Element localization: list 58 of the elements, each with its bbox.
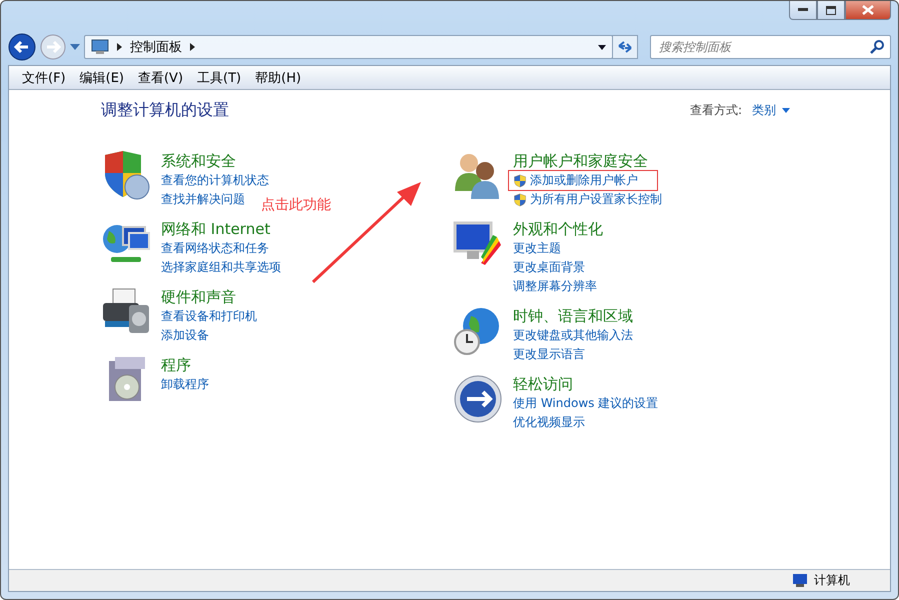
breadcrumb[interactable]: 控制面板 <box>130 38 182 56</box>
task-link[interactable]: 更改键盘或其他输入法 <box>513 326 633 345</box>
menu-item[interactable]: 编辑(E) <box>72 66 131 88</box>
view-by-dropdown[interactable]: 类别 <box>752 102 790 119</box>
category-link[interactable]: 时钟、语言和区域 <box>513 306 633 326</box>
task-link[interactable]: 查看您的计算机状态 <box>161 171 269 190</box>
address-bar[interactable]: 控制面板 <box>84 35 613 59</box>
category-link[interactable]: 用户帐户和家庭安全 <box>513 151 662 171</box>
computer-icon <box>792 574 808 588</box>
refresh-icon <box>617 40 633 54</box>
task-link[interactable]: 更改主题 <box>513 239 603 258</box>
search-box[interactable]: 搜索控制面板 <box>650 35 891 59</box>
task-link[interactable]: 查看设备和打印机 <box>161 307 257 326</box>
minimize-button[interactable] <box>789 1 817 20</box>
task-link[interactable]: 为所有用户设置家长控制 <box>513 190 662 209</box>
category-link[interactable]: 系统和安全 <box>161 151 269 171</box>
task-link[interactable]: 选择家庭组和共享选项 <box>161 258 281 277</box>
task-link[interactable]: 添加或删除用户帐户 <box>509 171 657 190</box>
task-link[interactable]: 添加设备 <box>161 326 257 345</box>
category-link[interactable]: 程序 <box>161 355 209 375</box>
page-heading: 调整计算机的设置 <box>101 100 229 121</box>
menu-item[interactable]: 帮助(H) <box>248 66 308 88</box>
search-icon <box>870 40 884 54</box>
minimize-icon <box>798 8 808 12</box>
close-icon <box>862 5 874 15</box>
annotation-text: 点击此功能 <box>261 196 331 214</box>
task-link[interactable]: 卸载程序 <box>161 375 209 394</box>
task-link[interactable]: 更改桌面背景 <box>513 258 603 277</box>
menu-item[interactable]: 工具(T) <box>190 66 248 88</box>
task-link[interactable]: 查看网络状态和任务 <box>161 239 281 258</box>
chevron-icon <box>190 43 195 51</box>
link-text: 为所有用户设置家长控制 <box>530 191 662 208</box>
shield-icon <box>513 174 527 188</box>
menu-item[interactable]: 文件(F) <box>15 66 73 88</box>
link-text: 添加或删除用户帐户 <box>530 172 638 189</box>
view-by-label: 查看方式: <box>690 102 742 119</box>
accessibility-icon[interactable] <box>453 374 503 424</box>
category-link[interactable]: 硬件和声音 <box>161 287 257 307</box>
task-link[interactable]: 优化视频显示 <box>513 413 658 432</box>
menu-item[interactable]: 查看(V) <box>130 66 190 88</box>
close-button[interactable] <box>845 1 891 20</box>
category-link[interactable]: 外观和个性化 <box>513 219 603 239</box>
task-link[interactable]: 使用 Windows 建议的设置 <box>513 394 658 413</box>
chevron-icon <box>117 43 122 51</box>
shield-icon <box>513 192 527 206</box>
task-link[interactable]: 调整屏幕分辨率 <box>513 277 603 296</box>
search-field[interactable]: 搜索控制面板 <box>657 39 870 55</box>
refresh-button[interactable] <box>612 35 638 59</box>
caret-icon <box>782 108 790 113</box>
back-button[interactable] <box>8 33 36 61</box>
category-link[interactable]: 网络和 Internet <box>161 219 281 239</box>
dropdown-icon[interactable] <box>598 44 606 50</box>
status-text: 计算机 <box>814 572 850 589</box>
task-link[interactable]: 更改显示语言 <box>513 345 633 364</box>
control-panel-icon <box>91 39 109 55</box>
maximize-icon <box>826 6 836 14</box>
maximize-button[interactable] <box>817 1 845 20</box>
category-link[interactable]: 轻松访问 <box>513 374 658 394</box>
